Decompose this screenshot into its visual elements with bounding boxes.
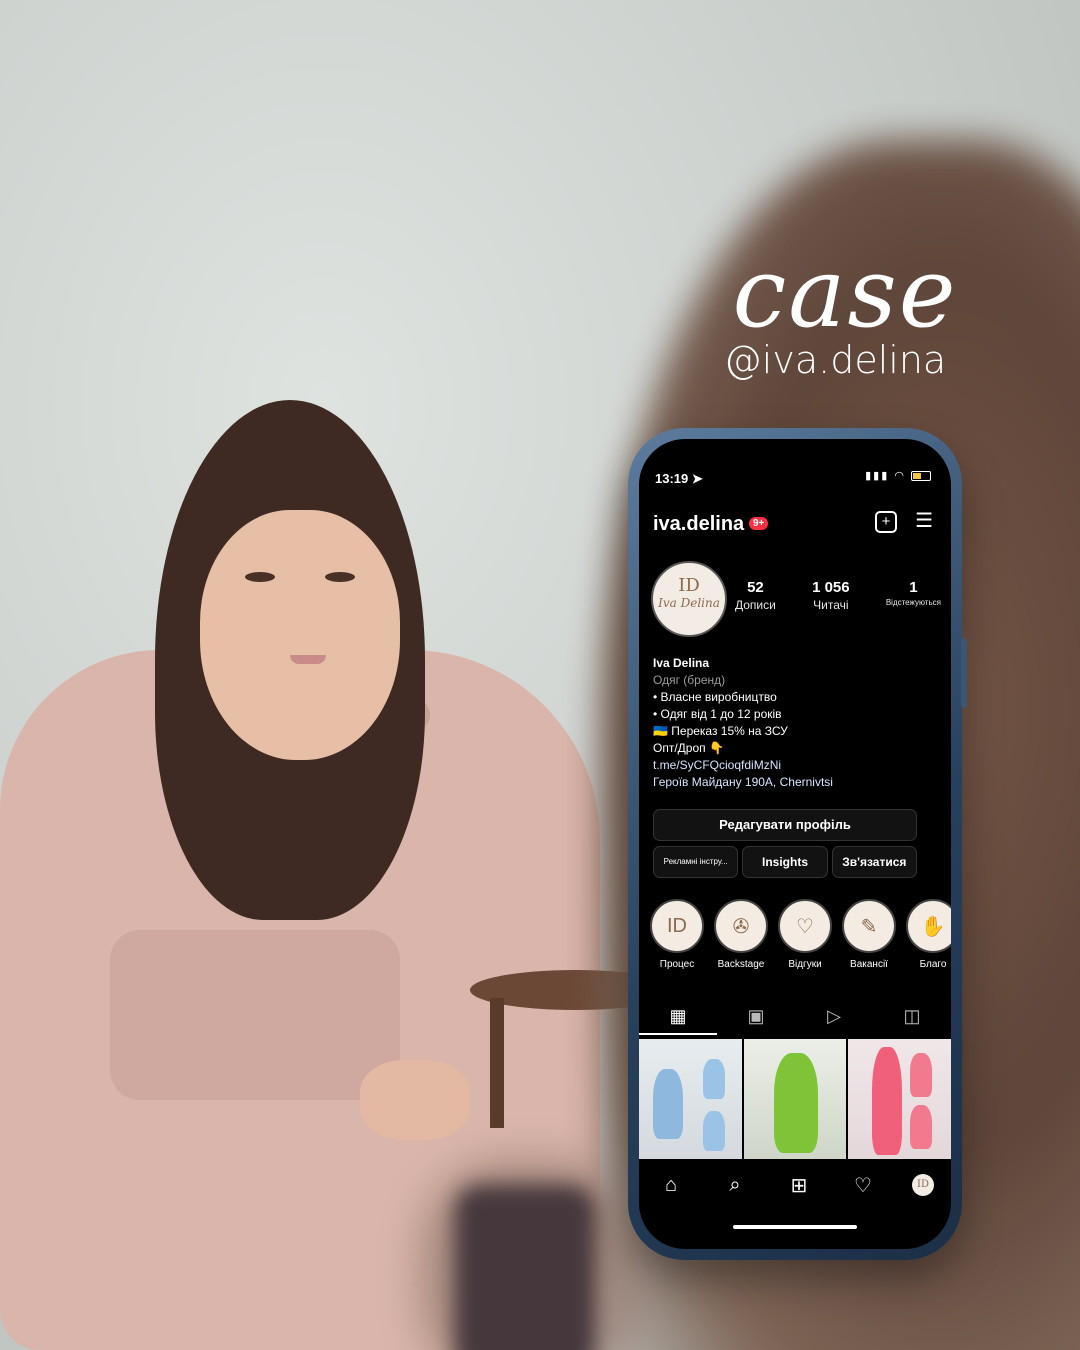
bio-line: • Одяг від 1 до 12 років xyxy=(653,707,782,721)
girl-hand xyxy=(360,1060,470,1140)
bio-link[interactable]: t.me/SyCFQcioqfdiMzNi xyxy=(653,757,943,774)
dynamic-notch xyxy=(735,439,855,469)
photographer-phone-blur xyxy=(455,1185,595,1350)
insights-button[interactable]: Insights xyxy=(742,846,828,878)
logo-icon: ID xyxy=(650,899,704,953)
profile-header: iva.delina 9+ + ☰ xyxy=(653,511,937,541)
battery-icon xyxy=(911,471,931,482)
stat-posts[interactable]: 52 Дописи xyxy=(735,579,776,612)
reels-icon[interactable]: ▣ xyxy=(717,999,795,1035)
girl-face xyxy=(200,510,400,760)
highlight-reviews[interactable]: ♡ Відгуки xyxy=(777,899,833,979)
profile-username[interactable]: iva.delina xyxy=(653,513,744,536)
status-time: 13:19 ➤ xyxy=(655,471,703,486)
stat-following[interactable]: 1 Відстежуються xyxy=(886,579,941,612)
instagram-profile-screen: 13:19 ➤ ▮▮▮ ◠ iva.delina 9+ + ☰ ID Iva D… xyxy=(639,439,951,1249)
stat-label: Відстежуються xyxy=(885,598,941,607)
stat-label: Читачі xyxy=(813,598,849,612)
post-thumbnail[interactable] xyxy=(848,1039,951,1159)
post-thumbnail[interactable] xyxy=(743,1039,847,1159)
child-figure xyxy=(653,1069,683,1139)
profile-stats: 52 Дописи 1 056 Читачі 1 Відстежуються xyxy=(735,579,941,612)
profile-action-buttons: Рекламні інстру... Insights Зв'язатися xyxy=(653,846,917,878)
create-post-icon[interactable]: + xyxy=(875,511,897,533)
notification-badge[interactable]: 9+ xyxy=(749,517,769,530)
stool-leg xyxy=(490,998,504,1128)
grid-icon[interactable]: ▦ xyxy=(639,999,717,1035)
profile-avatar[interactable]: ID Iva Delina xyxy=(651,561,727,637)
avatar-monogram: ID xyxy=(678,575,700,596)
bio-line: Опт/Дроп 👇 xyxy=(653,741,724,755)
posts-grid xyxy=(639,1039,951,1159)
bio-line: 🇺🇦 Переказ 15% на ЗСУ xyxy=(653,724,788,738)
home-icon[interactable]: ⌂ xyxy=(656,1174,686,1197)
stat-value: 52 xyxy=(747,579,764,596)
play-icon[interactable]: ▷ xyxy=(795,999,873,1035)
profile-tabs: ▦ ▣ ▷ ◫ xyxy=(639,999,951,1035)
profile-icon[interactable]: ID xyxy=(912,1174,934,1196)
camera-icon: ✇ xyxy=(714,899,768,953)
hand-icon: ✋ xyxy=(906,899,951,953)
highlight-label: Благо xyxy=(919,959,947,970)
highlight-label: Процес xyxy=(659,959,695,970)
bio-name: Iva Delina xyxy=(653,656,710,670)
profile-bio: Iva Delina Одяг (бренд) • Власне виробни… xyxy=(653,655,943,791)
highlight-label: Вакансії xyxy=(850,959,888,970)
highlight-label: Backstage xyxy=(717,959,765,970)
child-figure xyxy=(703,1111,725,1151)
search-icon[interactable]: ⌕ xyxy=(720,1174,750,1197)
highlight-vacancies[interactable]: ✎ Вакансії xyxy=(841,899,897,979)
stat-value: 1 xyxy=(909,579,918,596)
hamburger-menu-icon[interactable]: ☰ xyxy=(915,511,933,531)
bottom-navigation: ⌂ ⌕ ⊞ ♡ ID xyxy=(639,1165,951,1205)
create-icon[interactable]: ⊞ xyxy=(784,1173,814,1198)
mouth xyxy=(290,655,326,664)
highlight-charity[interactable]: ✋ Благо xyxy=(905,899,951,979)
avatar-brand-name: Iva Delina xyxy=(658,596,720,610)
bio-line: • Власне виробництво xyxy=(653,690,777,704)
child-figure xyxy=(773,1053,818,1153)
edit-profile-button[interactable]: Редагувати профіль xyxy=(653,809,917,841)
right-eye xyxy=(325,572,355,582)
hoodie-pocket xyxy=(110,930,400,1100)
document-pen-icon: ✎ xyxy=(842,899,896,953)
case-title: case xyxy=(732,237,958,349)
tagged-icon[interactable]: ◫ xyxy=(873,999,951,1035)
stat-value: 1 056 xyxy=(812,579,850,596)
post-thumbnail[interactable] xyxy=(639,1039,742,1159)
bio-address[interactable]: Героїв Майдану 190А, Chernivtsi xyxy=(653,774,943,791)
highlight-backstage[interactable]: ✇ Backstage xyxy=(713,899,769,979)
bio-category: Одяг (бренд) xyxy=(653,673,726,687)
child-figure xyxy=(703,1059,725,1099)
highlight-process[interactable]: ID Процес xyxy=(649,899,705,979)
ad-tools-button[interactable]: Рекламні інстру... xyxy=(653,846,739,878)
contact-button[interactable]: Зв'язатися xyxy=(831,846,917,878)
case-handle: @iva.delina xyxy=(723,338,947,382)
child-figure xyxy=(872,1047,903,1155)
child-figure xyxy=(910,1053,933,1097)
child-figure xyxy=(910,1105,933,1149)
side-button xyxy=(961,638,967,708)
phone-mockup: 13:19 ➤ ▮▮▮ ◠ iva.delina 9+ + ☰ ID Iva D… xyxy=(628,428,967,1260)
stat-followers[interactable]: 1 056 Читачі xyxy=(812,579,850,612)
story-highlights: ID Процес ✇ Backstage ♡ Відгуки ✎ Ваканс… xyxy=(649,899,951,979)
left-eye xyxy=(245,572,275,582)
status-icons: ▮▮▮ ◠ xyxy=(865,469,931,482)
highlight-label: Відгуки xyxy=(788,959,822,970)
signal-wifi-icon: ▮▮▮ ◠ xyxy=(865,470,906,482)
home-indicator[interactable] xyxy=(733,1225,857,1229)
stat-label: Дописи xyxy=(735,598,776,612)
heart-icon[interactable]: ♡ xyxy=(848,1173,878,1198)
speech-heart-icon: ♡ xyxy=(778,899,832,953)
